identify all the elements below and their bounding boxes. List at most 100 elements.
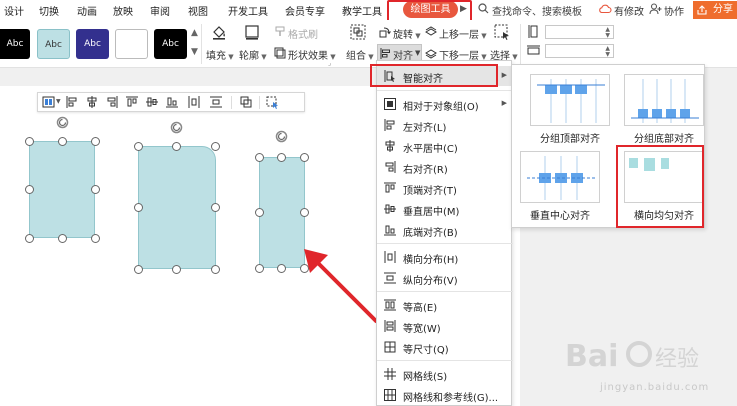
menu-item-align-bottom[interactable]: 底端对齐(B)	[377, 220, 513, 240]
distribute-horizontal-icon[interactable]	[188, 96, 200, 108]
styles-more-icon[interactable]: ▼	[191, 47, 198, 57]
resize-handle[interactable]	[91, 137, 100, 146]
bring-forward-icon[interactable]	[425, 26, 437, 38]
shape-effects-icon[interactable]	[274, 47, 286, 59]
resize-handle[interactable]	[172, 142, 181, 151]
align-left-icon[interactable]	[66, 96, 78, 108]
tab-view[interactable]: 视图	[188, 3, 208, 18]
resize-handle[interactable]	[91, 234, 100, 243]
shape-width-field[interactable]: ▲ ▼	[545, 44, 614, 58]
outline-button[interactable]: 轮廓 ▼	[239, 47, 267, 62]
group-objects-icon[interactable]	[350, 24, 366, 40]
shape-style-indigo[interactable]: Abc	[76, 29, 109, 59]
resize-handle[interactable]	[134, 142, 143, 151]
resize-handle[interactable]	[255, 153, 264, 162]
shape-style-teal[interactable]: Abc	[37, 29, 70, 59]
spin-down-icon[interactable]: ▼	[605, 52, 610, 58]
bring-forward-button[interactable]: 上移一层 ▼	[439, 26, 487, 41]
smart-align-middle-thumbnail[interactable]	[520, 151, 600, 203]
format-brush-button[interactable]: 格式刷	[288, 26, 318, 41]
menu-item-distribute-horizontal[interactable]: 横向分布(H)	[377, 247, 513, 267]
align-middle-icon[interactable]	[146, 96, 158, 108]
rectangle-shape-3[interactable]	[259, 157, 305, 268]
align-top-icon[interactable]	[126, 96, 138, 108]
shape-style-black-2[interactable]: Abc	[154, 29, 187, 59]
shape-height-field[interactable]: ▲ ▼	[545, 25, 614, 39]
resize-handle[interactable]	[25, 185, 34, 194]
ribbon-dialog-launcher-icon[interactable]: ⌟	[328, 59, 331, 67]
collaborate-icon[interactable]	[649, 3, 662, 15]
resize-handle[interactable]	[300, 208, 309, 217]
search-icon[interactable]	[478, 3, 489, 14]
align-right-icon[interactable]	[106, 96, 118, 108]
rotate-handle-icon[interactable]	[170, 121, 183, 134]
distribute-vertical-icon[interactable]	[210, 96, 222, 108]
rotate-button[interactable]: 旋转 ▼	[393, 26, 421, 41]
rectangle-shape-1[interactable]	[29, 141, 95, 238]
resize-handle[interactable]	[255, 208, 264, 217]
resize-handle[interactable]	[25, 234, 34, 243]
resize-handle[interactable]	[134, 203, 143, 212]
menu-item-gridlines[interactable]: 网格线(S)	[377, 364, 513, 384]
group-button[interactable]: 组合 ▼	[346, 47, 374, 62]
smart-align-icon[interactable]	[42, 96, 55, 108]
resize-handle[interactable]	[211, 265, 220, 274]
menu-item-same-height[interactable]: 等高(E)	[377, 295, 513, 315]
resize-handle[interactable]	[172, 265, 181, 274]
tab-transition[interactable]: 切换	[39, 3, 59, 18]
resize-handle[interactable]	[211, 142, 220, 151]
resize-handle[interactable]	[277, 153, 286, 162]
resize-handle[interactable]	[211, 203, 220, 212]
menu-item-align-top[interactable]: 顶端对齐(T)	[377, 178, 513, 198]
resize-handle[interactable]	[58, 234, 67, 243]
resize-handle[interactable]	[25, 137, 34, 146]
tab-animation[interactable]: 动画	[77, 3, 97, 18]
resize-handle[interactable]	[255, 264, 264, 273]
rotate-handle-icon[interactable]	[275, 130, 288, 143]
resize-handle[interactable]	[300, 153, 309, 162]
resize-handle[interactable]	[277, 264, 286, 273]
selection-pane-icon[interactable]	[494, 24, 510, 40]
cloud-sync-icon[interactable]	[598, 3, 612, 14]
smart-align-bottom-thumbnail[interactable]	[624, 74, 704, 126]
menu-item-same-width[interactable]: 等宽(W)	[377, 316, 513, 336]
menu-item-grid-and-guides[interactable]: 网格线和参考线(G)...	[377, 385, 513, 405]
shape-style-black-1[interactable]: Abc	[0, 29, 30, 59]
resize-handle[interactable]	[91, 185, 100, 194]
styles-scroll-up-icon[interactable]: ▲	[191, 28, 198, 38]
collaborate-label[interactable]: 协作	[664, 3, 684, 18]
chevron-down-icon[interactable]: ▼	[56, 98, 61, 105]
shape-outline-icon[interactable]	[244, 24, 260, 40]
tab-slideshow[interactable]: 放映	[113, 3, 133, 18]
smart-align-option-label[interactable]: 分组底部对齐	[616, 130, 712, 145]
format-brush-icon[interactable]	[275, 26, 286, 37]
rotate-handle-icon[interactable]	[56, 116, 69, 129]
search-command-input[interactable]: 查找命令、搜索模板	[492, 3, 582, 18]
smart-align-option-label[interactable]: 分组顶部对齐	[522, 130, 618, 145]
tab-membership[interactable]: 会员专享	[285, 3, 325, 18]
menu-item-relative-to-group[interactable]: 相对于对象组(O) ▶	[377, 94, 513, 114]
menu-item-same-size[interactable]: 等尺寸(Q)	[377, 337, 513, 357]
menu-item-align-center[interactable]: 水平居中(C)	[377, 136, 513, 156]
menu-item-align-right[interactable]: 右对齐(R)	[377, 157, 513, 177]
resize-handle[interactable]	[58, 137, 67, 146]
menu-item-align-middle[interactable]: 垂直居中(M)	[377, 199, 513, 219]
menu-item-align-left[interactable]: 左对齐(L)	[377, 115, 513, 135]
tab-teaching[interactable]: 教学工具	[342, 3, 382, 18]
tab-review[interactable]: 审阅	[150, 3, 170, 18]
fill-button[interactable]: 填充 ▼	[206, 47, 234, 62]
paint-bucket-icon[interactable]	[211, 24, 227, 40]
shape-style-white[interactable]	[115, 29, 148, 59]
align-to-object-icon[interactable]	[240, 96, 252, 108]
smart-align-top-thumbnail[interactable]	[530, 74, 610, 126]
rectangle-shape-2[interactable]	[138, 146, 216, 269]
resize-handle[interactable]	[134, 265, 143, 274]
rotate-icon[interactable]	[379, 26, 391, 38]
send-backward-icon[interactable]	[425, 47, 437, 59]
tab-developer[interactable]: 开发工具	[228, 3, 268, 18]
tab-design[interactable]: 设计	[4, 3, 24, 18]
share-button[interactable]: 分享	[693, 1, 737, 19]
smart-align-option-label[interactable]: 垂直中心对齐	[512, 207, 608, 222]
menu-item-distribute-vertical[interactable]: 纵向分布(V)	[377, 268, 513, 288]
spin-down-icon[interactable]: ▼	[605, 33, 610, 39]
